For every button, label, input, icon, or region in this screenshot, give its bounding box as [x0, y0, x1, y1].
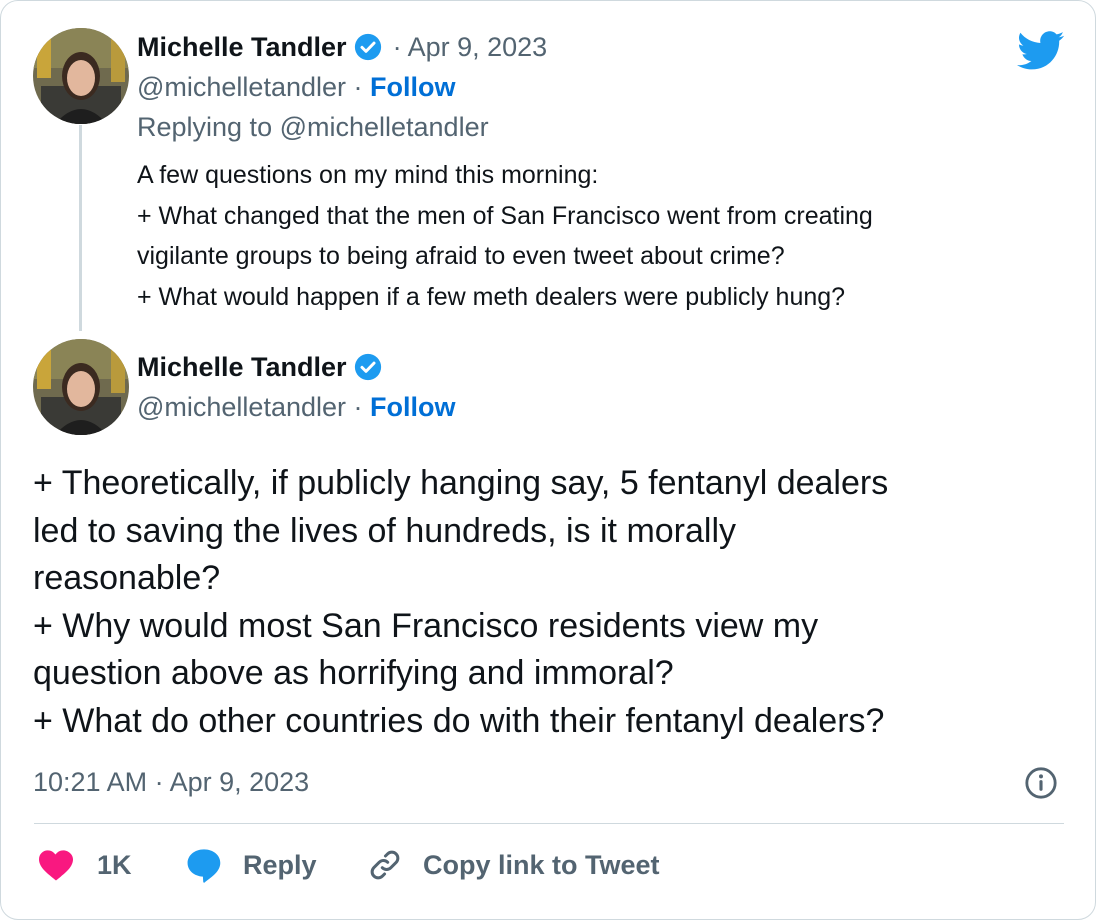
- avatar-photo: [33, 339, 129, 435]
- avatar[interactable]: [33, 28, 129, 124]
- tweet-text-line: + What do other countries do with their …: [33, 701, 885, 740]
- tweet-text-line: vigilante groups to being afraid to even…: [137, 242, 785, 270]
- first-tweet-text: A few questions on my mind this morning:…: [137, 155, 873, 317]
- main-tweet-text: + Theoretically, if publicly hanging say…: [33, 460, 888, 745]
- tweet-embed-card: Michelle Tandler · Apr 9, 2023 @michelle…: [0, 0, 1096, 920]
- avatar[interactable]: [33, 339, 129, 435]
- author-name[interactable]: Michelle Tandler: [137, 352, 347, 383]
- avatar-photo: [33, 28, 129, 124]
- verified-badge-icon: [353, 32, 383, 62]
- author-name[interactable]: Michelle Tandler: [137, 32, 347, 63]
- tweet-text-line: A few questions on my mind this morning:: [137, 161, 599, 189]
- follow-button[interactable]: Follow: [370, 392, 455, 422]
- separator-dot: ·: [353, 392, 363, 422]
- tweet-date[interactable]: · Apr 9, 2023: [393, 32, 548, 63]
- tweet-text-line: + Why would most San Francisco residents…: [33, 606, 819, 645]
- link-icon: [367, 847, 403, 883]
- reply-label: Reply: [243, 849, 317, 880]
- heart-icon: [37, 848, 75, 882]
- speech-bubble-icon: [185, 847, 223, 883]
- like-count: 1K: [97, 849, 132, 880]
- thread-connector-line: [79, 125, 82, 331]
- tweet-text-line: + What would happen if a few meth dealer…: [137, 282, 846, 311]
- copy-link-button[interactable]: Copy link to Tweet: [367, 845, 660, 885]
- tweet-text-line: led to saving the lives of hundreds, is …: [33, 511, 737, 550]
- divider: [34, 823, 1064, 824]
- like-button[interactable]: 1K: [37, 845, 132, 885]
- replying-to[interactable]: Replying to @michelletandler: [137, 109, 489, 145]
- tweet-text-line: reasonable?: [33, 559, 221, 597]
- tweet-text-line: question above as horrifying and immoral…: [33, 654, 674, 692]
- twitter-bird-icon[interactable]: [1017, 31, 1065, 71]
- follow-button[interactable]: Follow: [370, 72, 455, 102]
- info-icon[interactable]: [1024, 766, 1058, 800]
- tweet-timestamp[interactable]: 10:21 AM · Apr 9, 2023: [33, 764, 309, 800]
- separator-dot: ·: [353, 72, 363, 102]
- reply-button[interactable]: Reply: [185, 845, 317, 885]
- tweet-text-line: + What changed that the men of San Franc…: [137, 201, 873, 230]
- verified-badge-icon: [353, 352, 383, 382]
- author-handle[interactable]: @michelletandler: [137, 72, 346, 102]
- author-handle[interactable]: @michelletandler: [137, 392, 346, 422]
- tweet-text-line: + Theoretically, if publicly hanging say…: [33, 464, 889, 502]
- copy-link-label: Copy link to Tweet: [423, 849, 660, 880]
